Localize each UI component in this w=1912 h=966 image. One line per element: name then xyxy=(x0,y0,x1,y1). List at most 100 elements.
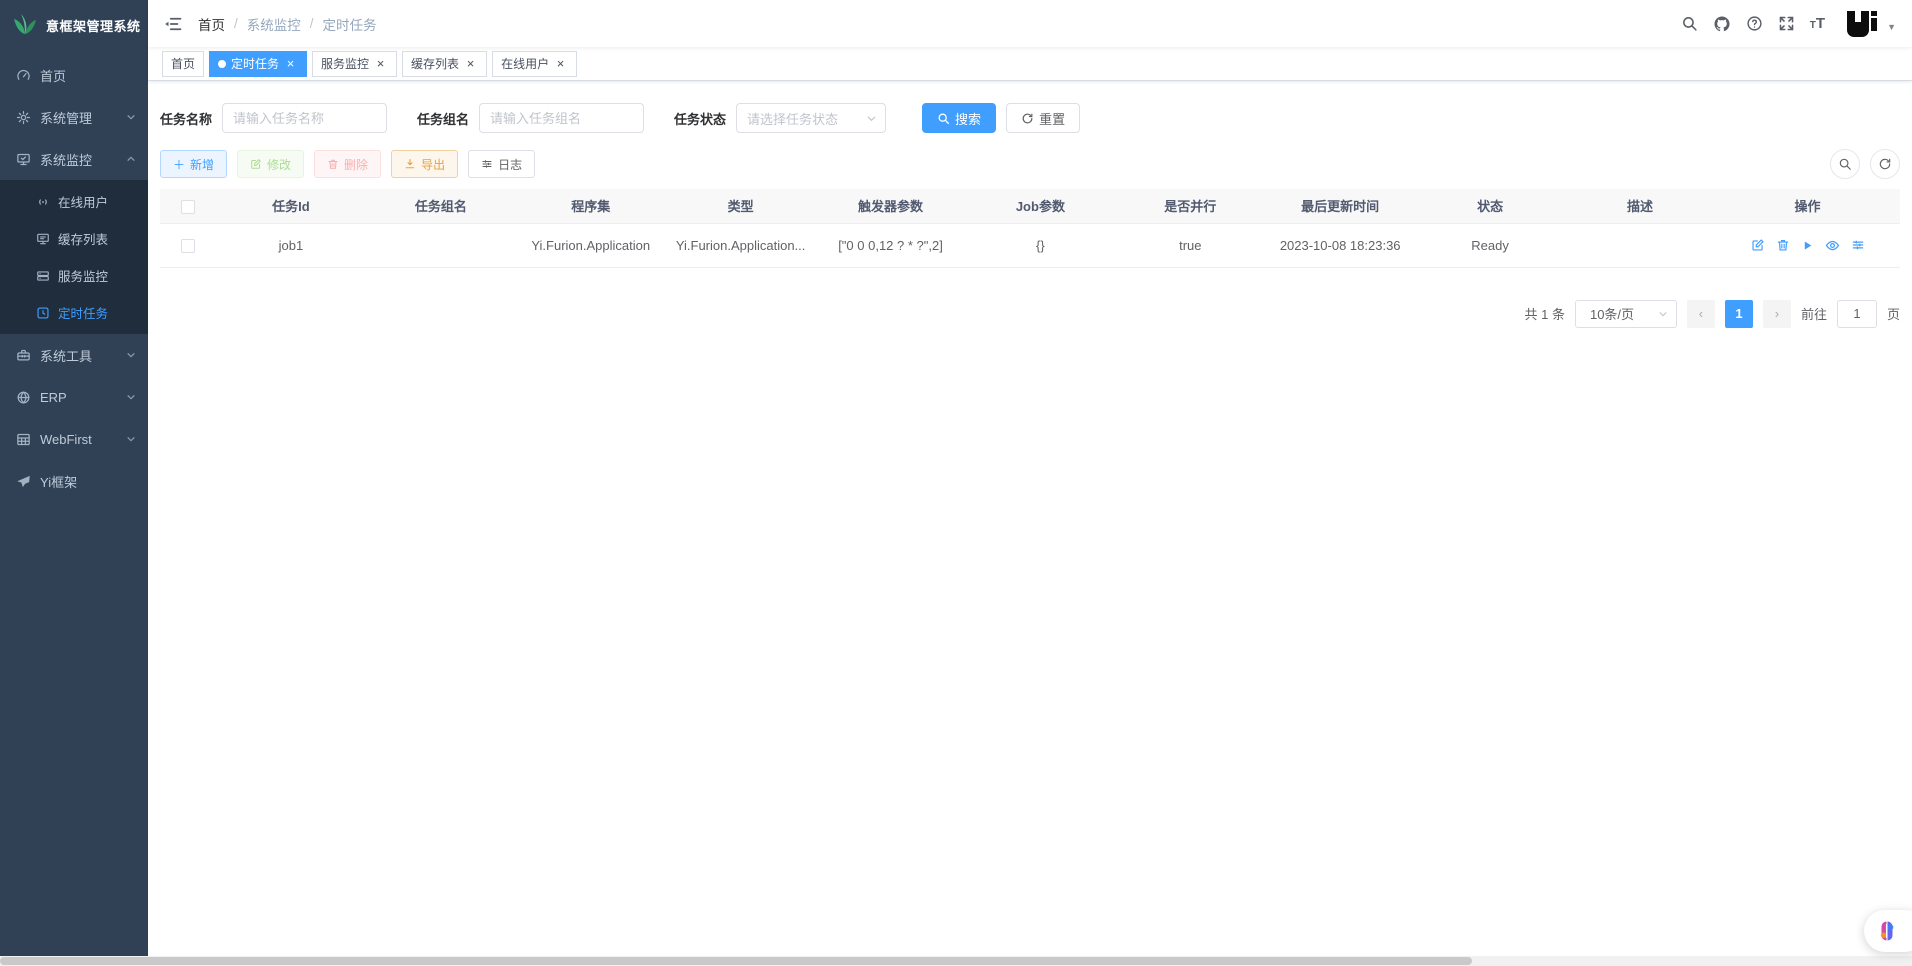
log-list-icon xyxy=(481,158,493,170)
sidebar-subitem-online-users[interactable]: 在线用户 xyxy=(0,183,148,220)
download-icon xyxy=(404,158,416,170)
close-icon[interactable]: × xyxy=(283,56,298,71)
chevron-down-icon xyxy=(126,392,136,402)
log-button[interactable]: 日志 xyxy=(468,150,535,178)
next-page-button[interactable]: › xyxy=(1763,300,1791,328)
col-updated: 最后更新时间 xyxy=(1265,189,1415,223)
sidebar-subitem-service-monitor[interactable]: 服务监控 xyxy=(0,257,148,294)
search-icon[interactable] xyxy=(1681,15,1698,32)
col-trigger-args: 触发器参数 xyxy=(816,189,966,223)
col-actions: 操作 xyxy=(1715,189,1900,223)
close-icon[interactable]: × xyxy=(373,56,388,71)
main-area: 首页 / 系统监控 / 定时任务 TT xyxy=(148,0,1912,966)
filter-task-name: 任务名称 xyxy=(160,103,387,133)
fullscreen-icon[interactable] xyxy=(1778,15,1795,32)
breadcrumb-current: 定时任务 xyxy=(323,14,377,34)
tab-cache-list[interactable]: 缓存列表 × xyxy=(402,51,487,77)
tab-label: 缓存列表 xyxy=(411,55,459,72)
cell-type: Yi.Furion.Application... xyxy=(666,223,816,267)
user-menu[interactable]: ▼ xyxy=(1844,9,1896,39)
col-status: 状态 xyxy=(1415,189,1565,223)
tab-online-users[interactable]: 在线用户 × xyxy=(492,51,577,77)
row-delete-icon[interactable] xyxy=(1776,238,1790,252)
task-name-input[interactable] xyxy=(222,103,387,133)
sidebar-item-system-management[interactable]: 系统管理 xyxy=(0,96,148,138)
table-icon xyxy=(16,432,31,447)
delete-button-label: 删除 xyxy=(344,156,368,173)
add-button[interactable]: ＋ 新增 xyxy=(160,150,227,178)
sidebar-subitem-scheduled-tasks[interactable]: 定时任务 xyxy=(0,294,148,331)
tab-home[interactable]: 首页 xyxy=(162,51,204,77)
breadcrumb-home[interactable]: 首页 xyxy=(198,14,225,34)
select-all-cell xyxy=(160,189,216,223)
filter-task-status: 任务状态 请选择任务状态 xyxy=(674,103,886,133)
globe-icon xyxy=(16,390,31,405)
sidebar-item-system-monitor[interactable]: 系统监控 xyxy=(0,138,148,180)
task-name-label: 任务名称 xyxy=(160,109,212,128)
select-all-checkbox[interactable] xyxy=(181,200,195,214)
sidebar-item-yi-framework[interactable]: Yi框架 xyxy=(0,460,148,502)
cell-updated: 2023-10-08 18:23:36 xyxy=(1265,223,1415,267)
horizontal-scrollbar[interactable] xyxy=(0,956,1912,966)
edit-button-label: 修改 xyxy=(267,156,291,173)
chevron-down-icon xyxy=(1658,309,1668,319)
trash-icon xyxy=(327,158,339,170)
sidebar-submenu-system-monitor: 在线用户 缓存列表 服务监控 定时任务 xyxy=(0,180,148,334)
log-button-label: 日志 xyxy=(498,156,522,173)
page-unit-label: 页 xyxy=(1887,304,1900,323)
prev-page-button[interactable]: ‹ xyxy=(1687,300,1715,328)
avatar xyxy=(1844,9,1880,39)
sidebar-item-system-tools[interactable]: 系统工具 xyxy=(0,334,148,376)
clock-icon xyxy=(36,306,50,320)
app-logo[interactable]: 意框架管理系统 xyxy=(0,0,148,50)
row-actions xyxy=(1715,238,1900,253)
row-view-icon[interactable] xyxy=(1825,238,1840,253)
row-checkbox[interactable] xyxy=(181,239,195,253)
page-content: 任务名称 任务组名 任务状态 请选择任务状态 搜 xyxy=(148,81,1912,966)
tab-service-monitor[interactable]: 服务监控 × xyxy=(312,51,397,77)
font-size-icon[interactable]: TT xyxy=(1810,16,1825,31)
plus-icon: ＋ xyxy=(173,156,185,173)
sidebar: 意框架管理系统 首页 系统管理 系统监控 xyxy=(0,0,148,966)
page-1-button[interactable]: 1 xyxy=(1725,300,1753,328)
tab-label: 在线用户 xyxy=(501,55,549,72)
table-row[interactable]: job1 Yi.Furion.Application Yi.Furion.App… xyxy=(160,223,1900,267)
edit-button[interactable]: 修改 xyxy=(237,150,304,178)
ai-assistant-button[interactable] xyxy=(1864,910,1912,952)
close-icon[interactable]: × xyxy=(553,56,568,71)
cell-trigger-args: ["0 0 0,12 ? * ?",2] xyxy=(816,223,966,267)
github-icon[interactable] xyxy=(1713,15,1731,33)
row-run-icon[interactable] xyxy=(1801,239,1814,252)
tab-scheduled-tasks[interactable]: 定时任务 × xyxy=(209,51,307,77)
sidebar-subitem-cache-list[interactable]: 缓存列表 xyxy=(0,220,148,257)
sidebar-item-label: Yi框架 xyxy=(40,472,136,491)
scrollbar-thumb[interactable] xyxy=(0,957,1472,965)
sidebar-item-label: WebFirst xyxy=(40,432,117,447)
table-search-toggle-button[interactable] xyxy=(1830,149,1860,179)
search-button[interactable]: 搜索 xyxy=(922,103,996,133)
delete-button[interactable]: 删除 xyxy=(314,150,381,178)
sidebar-item-erp[interactable]: ERP xyxy=(0,376,148,418)
reset-button[interactable]: 重置 xyxy=(1006,103,1080,133)
table-refresh-button[interactable] xyxy=(1870,149,1900,179)
sidebar-item-label: 首页 xyxy=(40,66,136,85)
hamburger-icon[interactable] xyxy=(164,15,182,33)
goto-page-input[interactable] xyxy=(1837,300,1877,328)
help-icon[interactable] xyxy=(1746,15,1763,32)
breadcrumb-separator: / xyxy=(234,16,238,31)
sidebar-menu: 首页 系统管理 系统监控 在线用户 xyxy=(0,54,148,502)
row-edit-icon[interactable] xyxy=(1751,238,1765,252)
sidebar-item-home[interactable]: 首页 xyxy=(0,54,148,96)
navbar: 首页 / 系统监控 / 定时任务 TT xyxy=(148,0,1912,47)
close-icon[interactable]: × xyxy=(463,56,478,71)
task-group-input[interactable] xyxy=(479,103,644,133)
monitor-icon xyxy=(16,152,31,167)
pagination: 共 1 条 10条/页 ‹ 1 › 前往 页 xyxy=(160,300,1900,328)
toolbar-right xyxy=(1830,149,1900,179)
sidebar-item-webfirst[interactable]: WebFirst xyxy=(0,418,148,460)
sidebar-item-label: 系统监控 xyxy=(40,150,117,169)
export-button[interactable]: 导出 xyxy=(391,150,458,178)
page-size-select[interactable]: 10条/页 xyxy=(1575,300,1677,328)
task-status-select[interactable]: 请选择任务状态 xyxy=(736,103,886,133)
row-log-icon[interactable] xyxy=(1851,238,1865,252)
